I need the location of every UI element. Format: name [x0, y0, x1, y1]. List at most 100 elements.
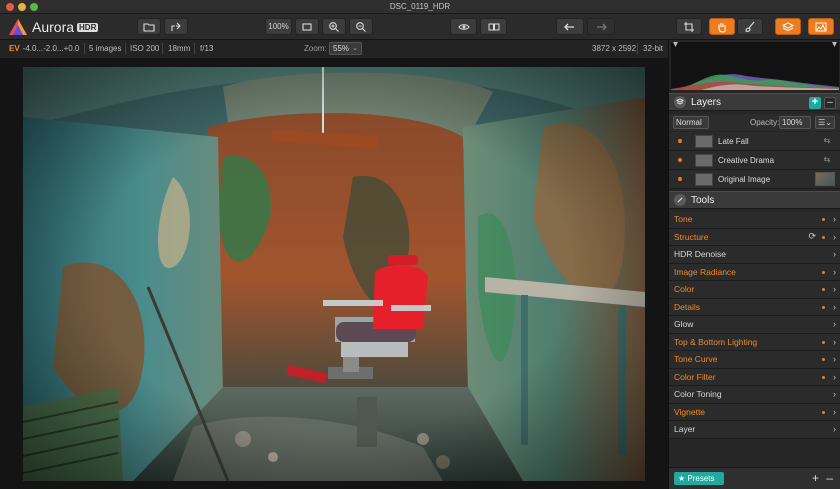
- chevron-right-icon[interactable]: ›: [833, 249, 836, 259]
- tool-active-dot[interactable]: [822, 410, 825, 414]
- brush-tool-button[interactable]: [737, 18, 763, 35]
- zoom-out-button[interactable]: [349, 18, 373, 35]
- layer-settings-icon[interactable]: ⇆: [821, 155, 833, 165]
- chevron-right-icon[interactable]: ›: [833, 372, 836, 382]
- chevron-right-icon[interactable]: ›: [833, 232, 836, 242]
- tools-title: Tools: [691, 194, 715, 206]
- compare-button[interactable]: [480, 18, 507, 35]
- tool-name: Glow: [674, 319, 694, 330]
- tool-item[interactable]: Layer ›: [669, 421, 840, 439]
- tool-active-dot[interactable]: [822, 358, 825, 361]
- tool-item[interactable]: Vignette ›: [669, 403, 840, 421]
- tool-item[interactable]: Details ›: [669, 298, 840, 316]
- chevron-right-icon[interactable]: ›: [833, 284, 836, 294]
- images-count: 5 images: [89, 44, 122, 53]
- app-badge: HDR: [77, 22, 99, 32]
- image-info-bar: EV -4.0...-2.0...+0.0 5 images ISO 200 18…: [0, 40, 668, 58]
- eye-preview-icon: [457, 23, 470, 30]
- iso-value: ISO 200: [130, 44, 160, 53]
- tool-active-dot[interactable]: [822, 218, 825, 221]
- tool-name: Tone Curve: [674, 354, 718, 365]
- document-title: DSC_0119_HDR: [389, 2, 451, 11]
- tool-item[interactable]: Top & Bottom Lighting ›: [669, 333, 840, 351]
- tool-item[interactable]: Tone ›: [669, 211, 840, 229]
- layer-item[interactable]: Late Fall ⇆: [669, 132, 840, 151]
- zoom-100-button[interactable]: 100%: [265, 18, 292, 35]
- layer-name: Creative Drama: [718, 155, 775, 165]
- panel-footer: ★ Presets + –: [669, 467, 840, 489]
- layers-header[interactable]: Layers + –: [669, 93, 840, 111]
- chevron-right-icon[interactable]: ›: [833, 354, 836, 364]
- chevron-right-icon[interactable]: ›: [833, 319, 836, 329]
- crop-tool-button[interactable]: [676, 18, 702, 35]
- share-icon: [171, 22, 181, 31]
- remove-preset-button[interactable]: –: [826, 471, 833, 485]
- edited-photo[interactable]: [23, 67, 645, 481]
- blend-mode-dropdown[interactable]: Normal ⌄: [673, 116, 709, 138]
- zoom-label: Zoom:: [304, 44, 327, 53]
- presets-button[interactable]: ★ Presets: [674, 472, 724, 485]
- hand-tool-button[interactable]: [709, 18, 735, 35]
- layer-visibility-dot[interactable]: [678, 158, 682, 162]
- redo-button[interactable]: [587, 18, 615, 35]
- tool-item[interactable]: Color Filter ›: [669, 368, 840, 386]
- layer-options-bar: Normal ⌄ Opacity: 100% ⌄ ☰⌄: [669, 114, 840, 138]
- tool-item[interactable]: Glow ›: [669, 316, 840, 334]
- tool-item[interactable]: Color ›: [669, 281, 840, 299]
- tool-item[interactable]: HDR Denoise ›: [669, 246, 840, 264]
- tool-name: HDR Denoise: [674, 249, 726, 260]
- chevron-right-icon[interactable]: ›: [833, 407, 836, 417]
- histogram-panel-button[interactable]: [808, 18, 834, 35]
- chevron-right-icon[interactable]: ›: [833, 302, 836, 312]
- tool-item[interactable]: Color Toning ›: [669, 386, 840, 404]
- tool-name: Structure: [674, 231, 709, 242]
- tool-active-dot[interactable]: [822, 340, 825, 344]
- opacity-label: Opacity:: [750, 118, 780, 127]
- tool-item[interactable]: Image Radiance ›: [669, 263, 840, 281]
- add-preset-button[interactable]: +: [812, 471, 819, 485]
- layer-settings-icon[interactable]: ⇆: [821, 136, 833, 146]
- fit-screen-button[interactable]: [295, 18, 319, 35]
- sync-icon[interactable]: ⟳: [808, 231, 816, 242]
- tool-item[interactable]: Tone Curve ›: [669, 351, 840, 369]
- open-button[interactable]: [137, 18, 161, 35]
- chevron-right-icon[interactable]: ›: [833, 337, 836, 347]
- tool-name: Color: [674, 284, 695, 295]
- zoom-dropdown[interactable]: 55% ⌄: [329, 42, 362, 55]
- layer-visibility-dot[interactable]: [678, 139, 682, 143]
- tool-active-dot[interactable]: [822, 375, 825, 379]
- undo-button[interactable]: [556, 18, 584, 35]
- layer-visibility-dot[interactable]: [678, 177, 682, 181]
- layers-title: Layers: [691, 96, 722, 108]
- chevron-right-icon[interactable]: ›: [833, 214, 836, 224]
- fit-screen-icon: [302, 22, 312, 31]
- tool-item[interactable]: Structure ⟳ ›: [669, 228, 840, 246]
- layer-item[interactable]: Original Image: [669, 170, 840, 189]
- remove-layer-button[interactable]: –: [824, 97, 836, 109]
- add-layer-button[interactable]: +: [809, 97, 821, 109]
- tool-active-dot[interactable]: [822, 305, 825, 309]
- tool-name: Details: [674, 301, 700, 312]
- tool-active-dot[interactable]: [822, 270, 825, 274]
- chevron-right-icon[interactable]: ›: [833, 424, 836, 434]
- focal-length: 18mm: [168, 44, 191, 53]
- tools-header[interactable]: Tools: [669, 191, 840, 209]
- open-folder-icon: [143, 22, 155, 32]
- zoom-in-button[interactable]: [322, 18, 346, 35]
- layer-item[interactable]: Creative Drama ⇆: [669, 151, 840, 170]
- redo-icon: [597, 23, 607, 30]
- tools-section-icon: [674, 194, 686, 206]
- share-button[interactable]: [164, 18, 188, 35]
- layer-menu-button[interactable]: ☰⌄: [815, 116, 835, 129]
- tool-active-dot[interactable]: [822, 288, 825, 291]
- chevron-right-icon[interactable]: ›: [833, 267, 836, 277]
- opacity-dropdown[interactable]: 100% ⌄: [779, 116, 811, 138]
- ev-values: -4.0...-2.0...+0.0: [22, 44, 80, 53]
- chevron-right-icon[interactable]: ›: [833, 389, 836, 399]
- tool-name: Color Toning: [674, 389, 722, 400]
- image-canvas[interactable]: [0, 58, 668, 489]
- layers-panel-button[interactable]: [775, 18, 801, 35]
- preview-button[interactable]: [450, 18, 477, 35]
- tool-active-dot[interactable]: [822, 235, 825, 239]
- aurora-logo-icon: [9, 19, 27, 35]
